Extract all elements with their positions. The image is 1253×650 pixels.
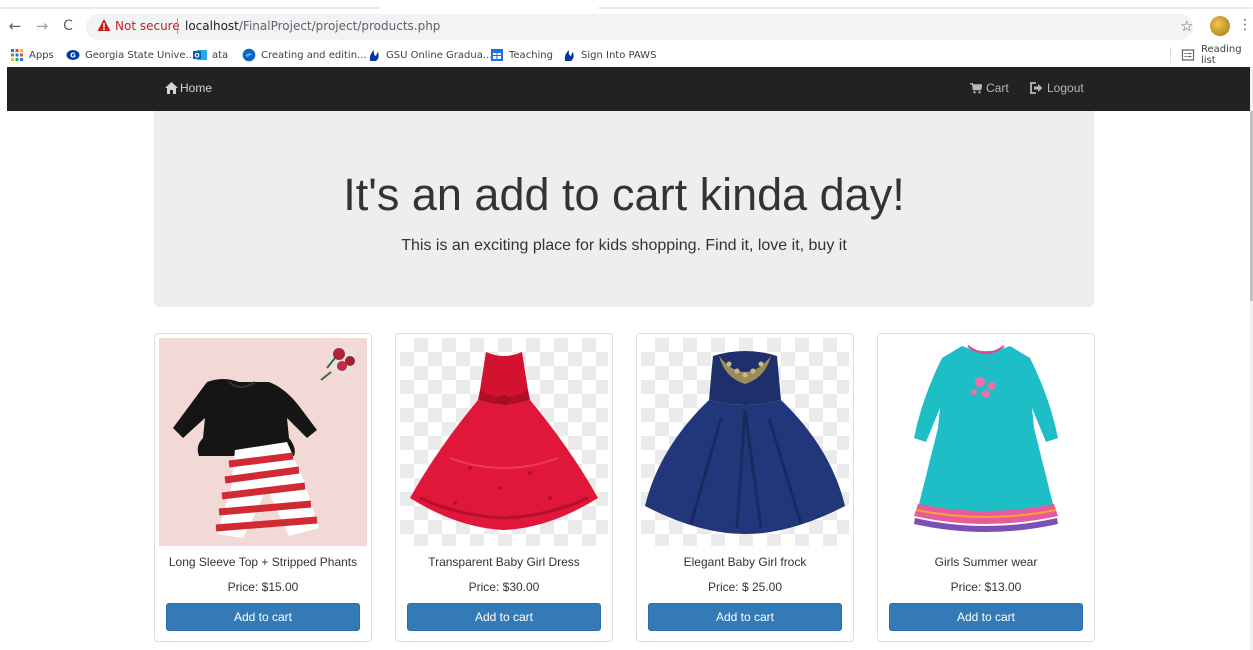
calendar-icon [491,49,503,61]
add-to-cart-button[interactable]: Add to cart [648,603,842,631]
nav-home-label: Home [180,81,213,95]
browser-toolbar: ← → C Not secure localhost/FinalProject/… [0,11,1253,43]
reload-icon[interactable]: C [59,17,77,35]
product-card: Elegant Baby Girl frock Price: $ 25.00 A… [636,333,854,642]
outlook-icon: O [193,50,207,60]
product-card: Long Sleeve Top + Stripped Phants Price:… [154,333,372,642]
product-name[interactable]: Transparent Baby Girl Dress [396,555,612,569]
gsu-flame-icon [369,50,379,61]
bookmark-label: Georgia State Unive... [85,49,196,61]
add-to-cart-button[interactable]: Add to cart [889,603,1083,631]
warning-icon[interactable] [97,18,111,32]
product-card: Transparent Baby Girl Dress Price: $30.0… [395,333,613,642]
teal-summer-dress-image [914,345,1058,532]
nav-cart-label: Cart [986,81,1009,95]
product-price: Price: $15.00 [227,580,299,594]
bookmark-label: Creating and editin... [261,49,367,61]
svg-text:O: O [194,53,199,60]
bookmark-label: GSU Online Gradua... [386,49,493,61]
red-dress-image [410,352,598,530]
nav-home-link[interactable]: Home [165,81,212,95]
bookmark-gsu-online[interactable]: GSU Online Gradua... [367,47,492,63]
address-separator [177,18,178,34]
product-image [400,338,608,546]
url-text[interactable]: localhost/FinalProject/project/products.… [185,19,440,33]
add-to-cart-button[interactable]: Add to cart [166,603,360,631]
security-status[interactable]: Not secure [115,19,180,33]
reading-list-icon [1181,49,1195,61]
bookmark-teaching[interactable]: Teaching [490,47,553,63]
url-path: /FinalProject/project/products.php [238,19,441,33]
edge-icon [242,48,256,62]
product-image [641,338,849,546]
profile-avatar[interactable] [1210,16,1230,36]
product-name[interactable]: Elegant Baby Girl frock [637,555,853,569]
tab-strip [0,0,1253,11]
nav-logout-label: Logout [1047,81,1084,95]
product-name[interactable]: Girls Summer wear [878,555,1094,569]
product-image [882,338,1090,546]
bookmark-sign-into-paws[interactable]: Sign Into PAWS [562,47,656,63]
gsu-logo-icon: G [66,50,80,60]
back-icon[interactable]: ← [6,17,24,35]
bookmark-label: ata [212,49,229,61]
product-card: Girls Summer wear Price: $13.00 Add to c… [877,333,1095,642]
bookmark-label: Sign Into PAWS [581,49,657,61]
tab-strip-edge [598,7,1253,9]
bookmarks-bar: Apps G Georgia State Unive... O ata Crea… [0,43,1253,67]
product-image [159,338,367,546]
apps-grid-icon [11,49,23,61]
bookmarks-divider [1170,47,1171,63]
page-headline: It's an add to cart kinda day! [343,169,905,220]
bookmark-label: Teaching [509,49,553,61]
url-host: localhost [185,19,239,33]
product-price: Price: $30.00 [468,580,540,594]
nav-cart-link[interactable]: Cart [970,81,1009,95]
product-price: Price: $13.00 [950,580,1022,594]
bookmark-creating-and-editing[interactable]: Creating and editin... [242,47,367,63]
site-navbar: Home Cart Logout [7,67,1250,111]
jumbotron: It's an add to cart kinda day! This is a… [154,111,1094,307]
bookmark-ata[interactable]: O ata [193,47,228,63]
bookmark-apps[interactable]: Apps [10,47,54,63]
bookmark-label: Apps [29,49,54,61]
menu-kebab-icon[interactable]: ⋮ [1238,17,1252,33]
svg-text:G: G [70,52,76,60]
bookmark-star-icon[interactable]: ☆ [1180,17,1193,35]
product-name[interactable]: Long Sleeve Top + Stripped Phants [155,555,371,569]
navy-frock-image [645,351,845,534]
reading-list-button[interactable]: Reading list [1181,44,1253,66]
page-tagline: This is an exciting place for kids shopp… [401,237,847,254]
logout-icon [1030,82,1043,94]
shopping-cart-icon [970,82,982,93]
product-price: Price: $ 25.00 [707,580,783,594]
home-icon [165,82,178,94]
tab-strip-edge [0,7,380,9]
gsu-flame-icon [564,50,574,61]
bookmark-georgia-state[interactable]: G Georgia State Unive... [66,47,195,63]
outfit-top-pants-image [159,338,367,546]
reading-list-label: Reading list [1201,44,1242,66]
forward-icon[interactable]: → [33,17,51,35]
nav-logout-link[interactable]: Logout [1030,81,1084,95]
add-to-cart-button[interactable]: Add to cart [407,603,601,631]
